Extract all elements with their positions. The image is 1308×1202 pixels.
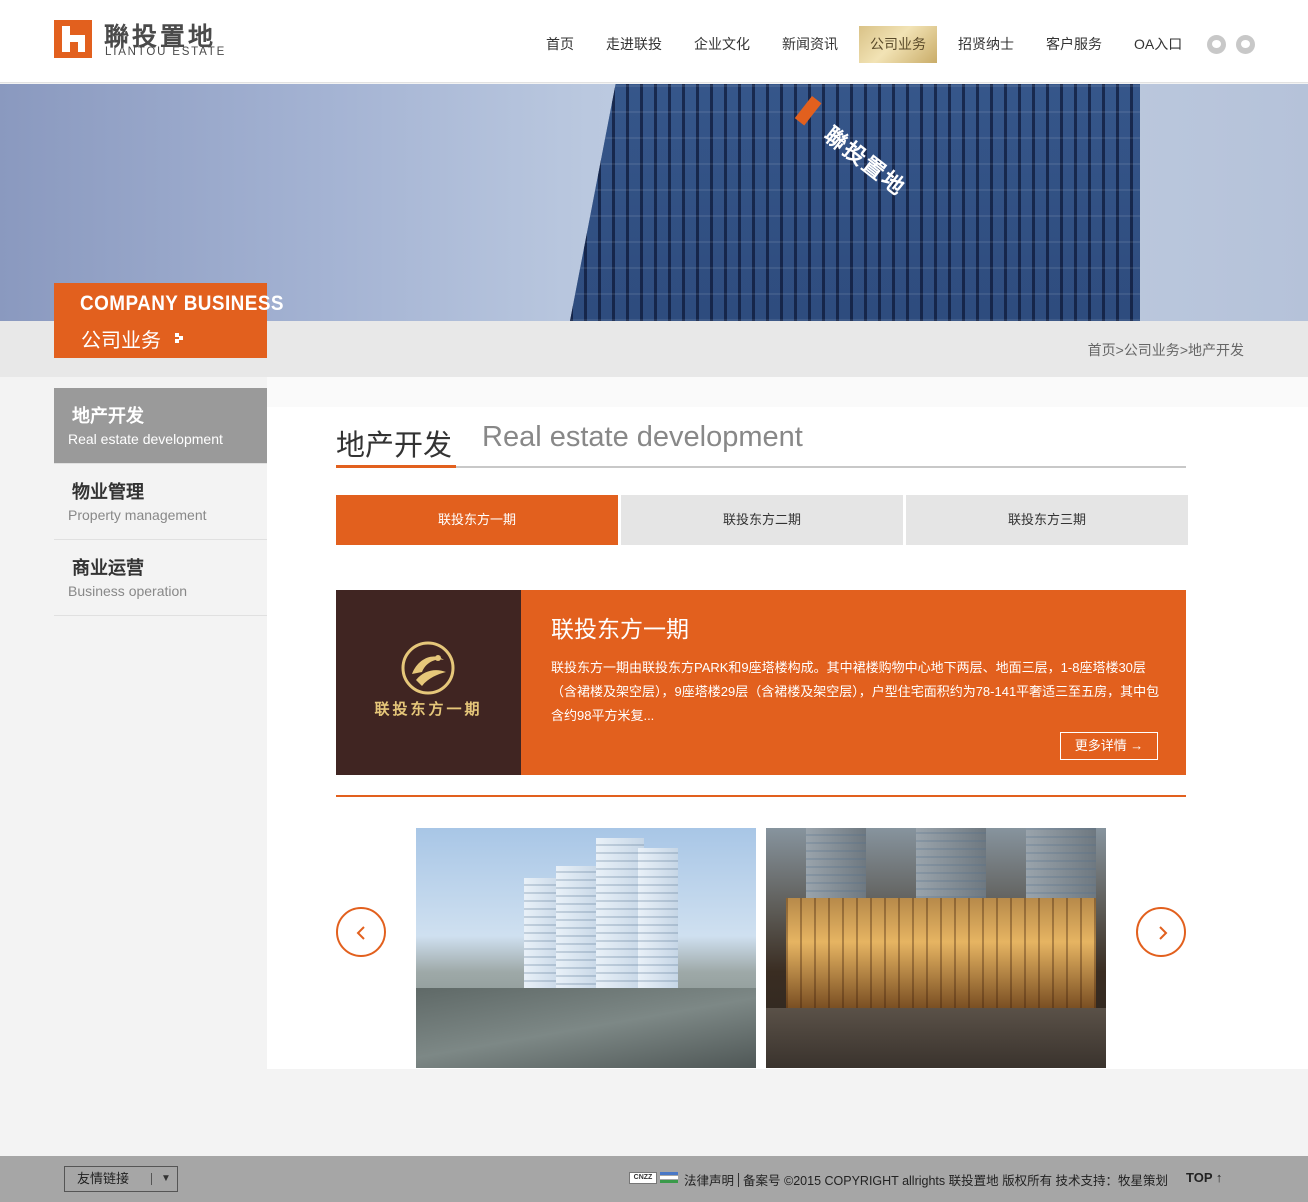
sidebar-item-label-cn: 地产开发 [72, 406, 144, 426]
project-logo: 联投东方一期 [336, 590, 521, 775]
sidebar-item-business[interactable]: 商业运营 Business operation [54, 540, 267, 616]
title-divider-accent [336, 465, 456, 468]
nav-item-oa[interactable]: OA入口 [1118, 26, 1198, 63]
chevron-left-icon [356, 926, 365, 940]
breadcrumb-separator: > [1179, 342, 1188, 358]
friend-links-label: 友情链接 [77, 1171, 130, 1186]
project-card: 联投东方一期 联投东方一期 联投东方一期由联投东方PARK和9座塔楼构成。其中裙… [336, 590, 1186, 775]
chevron-right-icon [1159, 926, 1168, 940]
gallery-image-mall[interactable] [766, 828, 1106, 1068]
page-title-en: Real estate development [482, 421, 803, 453]
sidebar-menu: 地产开发 Real estate development 物业管理 Proper… [54, 388, 267, 616]
gallery-prev-button[interactable] [336, 907, 386, 957]
sidebar-item-label-en: Property management [68, 507, 207, 523]
sidebar-title: COMPANY BUSINESS 公司业务 [54, 283, 283, 358]
sidebar-item-property[interactable]: 物业管理 Property management [54, 464, 267, 540]
record-flag-icon [660, 1172, 678, 1184]
weibo-icon[interactable] [1236, 35, 1255, 54]
sidebar-title-cn: 公司业务 [81, 330, 161, 352]
title-divider [336, 466, 1186, 468]
more-details-button[interactable]: 更多详情 → [1060, 732, 1158, 760]
page-title-cn: 地产开发 [336, 430, 453, 462]
logo-mark-icon [54, 20, 92, 58]
tab-phase-2[interactable]: 联投东方二期 [621, 495, 903, 545]
arrow-right-icon [175, 333, 185, 343]
breadcrumb-current: 地产开发 [1188, 342, 1244, 358]
sidebar-item-label-cn: 物业管理 [72, 482, 144, 502]
banner-building-image [570, 84, 1140, 321]
nav-item-news[interactable]: 新闻资讯 [766, 26, 854, 63]
nav-item-business[interactable]: 公司业务 [859, 26, 937, 63]
gallery-image-towers[interactable] [416, 828, 756, 1068]
project-tabs: 联投东方一期 联投东方二期 联投东方三期 [336, 495, 1188, 545]
sidebar-item-label-en: Real estate development [68, 431, 223, 447]
main-nav: 首页 走进联投 企业文化 新闻资讯 公司业务 招贤纳士 客户服务 OA入口 [530, 26, 1198, 63]
gallery-next-button[interactable] [1136, 907, 1186, 957]
breadcrumb-home[interactable]: 首页 [1088, 342, 1116, 358]
nav-item-service[interactable]: 客户服务 [1030, 26, 1118, 63]
footer-text: 法律声明 备案号 ©2015 COPYRIGHT allrights 联投置地 版… [684, 1170, 1168, 1189]
cnzz-badge[interactable]: CNZZ [629, 1172, 657, 1184]
site-header: 聯投置地 LIANTOU ESTATE 首页 走进联投 企业文化 新闻资讯 公司… [0, 0, 1308, 83]
tab-phase-1[interactable]: 联投东方一期 [336, 495, 618, 545]
sidebar-title-en: COMPANY BUSINESS [80, 292, 284, 315]
nav-item-about[interactable]: 走进联投 [590, 26, 678, 63]
caret-down-icon: ▼ [161, 1173, 171, 1184]
nav-item-home[interactable]: 首页 [530, 26, 590, 63]
sidebar-item-label-en: Business operation [68, 583, 188, 599]
wechat-icon[interactable] [1207, 35, 1226, 54]
breadcrumb-separator: > [1115, 342, 1124, 358]
legal-notice-link[interactable]: 法律声明 [684, 1174, 734, 1188]
project-divider [336, 795, 1186, 797]
breadcrumb: 首页>公司业务>地产开发 [1088, 340, 1244, 360]
project-title: 联投东方一期 [551, 616, 689, 642]
project-logo-caption: 联投东方一期 [374, 700, 483, 718]
back-to-top-link[interactable]: TOP ↑ [1186, 1170, 1222, 1185]
nav-item-careers[interactable]: 招贤纳士 [942, 26, 1030, 63]
logo-text-en: LIANTOU ESTATE [105, 46, 227, 58]
friend-links-select[interactable]: 友情链接 ▼ [64, 1166, 178, 1192]
phoenix-logo-icon [401, 641, 455, 695]
record-number: 备案号 [743, 1174, 781, 1188]
social-links [1207, 35, 1255, 54]
breadcrumb-section[interactable]: 公司业务 [1124, 342, 1180, 358]
nav-item-culture[interactable]: 企业文化 [678, 26, 766, 63]
tab-phase-3[interactable]: 联投东方三期 [906, 495, 1188, 545]
site-logo[interactable]: 聯投置地 LIANTOU ESTATE [54, 18, 244, 60]
project-description: 联投东方一期由联投东方PARK和9座塔楼构成。其中裙楼购物中心地下两层、地面三层… [551, 660, 1160, 723]
sidebar-item-real-estate[interactable]: 地产开发 Real estate development [54, 388, 267, 464]
copyright-text: ©2015 COPYRIGHT allrights 联投置地 版权所有 技术支持… [784, 1174, 1169, 1188]
sidebar-item-label-cn: 商业运营 [72, 558, 144, 578]
